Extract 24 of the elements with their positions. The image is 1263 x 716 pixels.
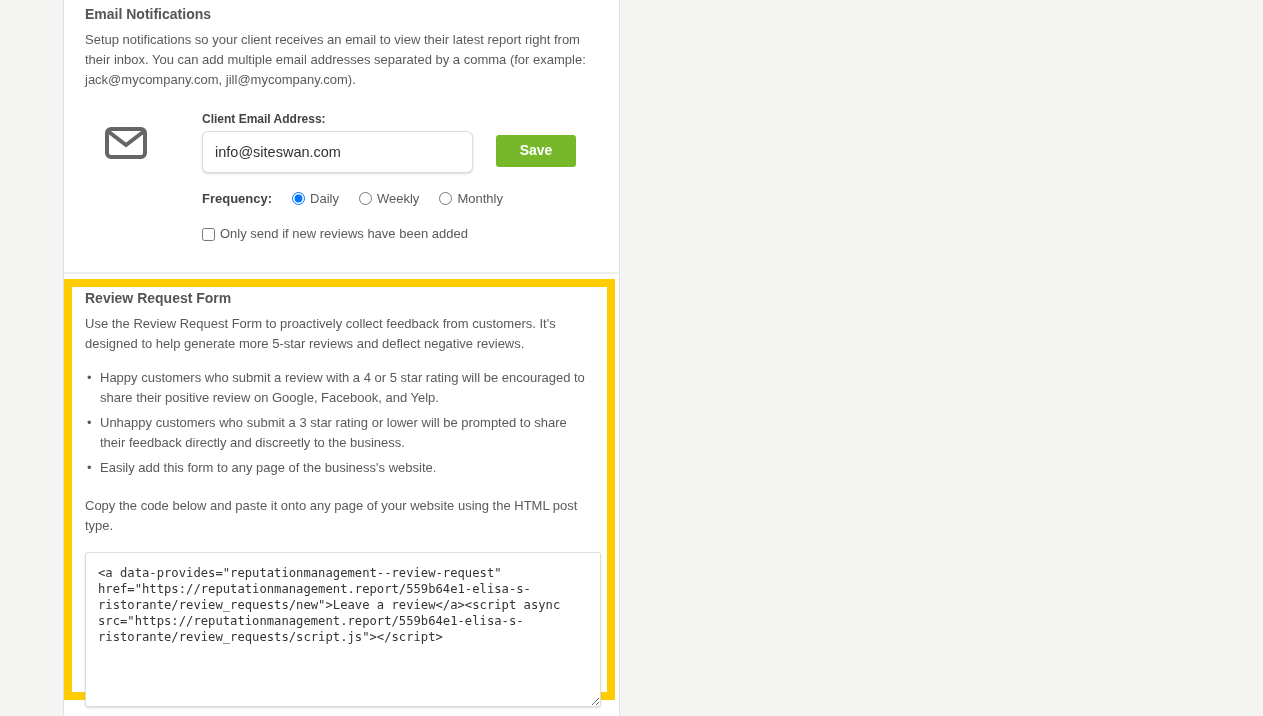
bullet-marker: • bbox=[87, 368, 93, 387]
radio-label: Daily bbox=[310, 189, 339, 208]
radio-label: Weekly bbox=[377, 189, 420, 208]
bullet-marker: • bbox=[87, 458, 93, 477]
checkbox[interactable] bbox=[202, 227, 215, 241]
radio-button[interactable] bbox=[292, 192, 306, 206]
section-description: Use the Review Request Form to proactively collect feedback from customers. It's designed to help generate more 5-star reviews and deflect negative reviews. bbox=[85, 314, 557, 353]
bullet-text: Easily add this form to any page of the business's website. bbox=[100, 458, 437, 477]
instructions-text: Copy the code below and paste it onto any page of your website using the HTML post type. bbox=[85, 496, 579, 535]
radio-label: Monthly bbox=[457, 189, 503, 208]
envelope-icon bbox=[105, 126, 147, 159]
section-description: Setup notifications so your client receives an email to view their latest report right from their inbox. You can add multiple email addresses separated by a comma (for example: jack@mycompany.com, jill@mycompany.com). bbox=[85, 30, 587, 89]
checkbox-label: Only send if new reviews have been added bbox=[220, 225, 468, 244]
section-heading: Review Request Form bbox=[85, 290, 233, 307]
section-heading: Email Notifications bbox=[85, 6, 213, 23]
field-label: Client Email Address: bbox=[202, 110, 327, 128]
bullet-text: Happy customers who submit a review with a 4 or 5 star rating will be encouraged to share their positive review on Google, Facebook, and Yelp. bbox=[100, 368, 586, 407]
email-input-field[interactable]: info@siteswan.com bbox=[202, 130, 473, 173]
radio-button[interactable] bbox=[439, 192, 453, 206]
field-label: Frequency: bbox=[202, 189, 273, 208]
radio-button[interactable] bbox=[359, 192, 372, 206]
bullet-marker: • bbox=[87, 413, 93, 432]
bullet-text: Unhappy customers who submit a 3 star rating or lower will be prompted to share their feedback directly and discreetly to the business. bbox=[100, 413, 568, 452]
code-text-area[interactable]: <a data-provides="reputationmanagement--review-request" href="https://reputationmanagement.report/559b64e1-elisa-s-ristorante/review_requests/new">Leave a review</a><script async src="https://reputationmanagement.report/559b64e1-elisa-s-ristorante/review_requests/script.js"></script> bbox=[85, 551, 601, 707]
